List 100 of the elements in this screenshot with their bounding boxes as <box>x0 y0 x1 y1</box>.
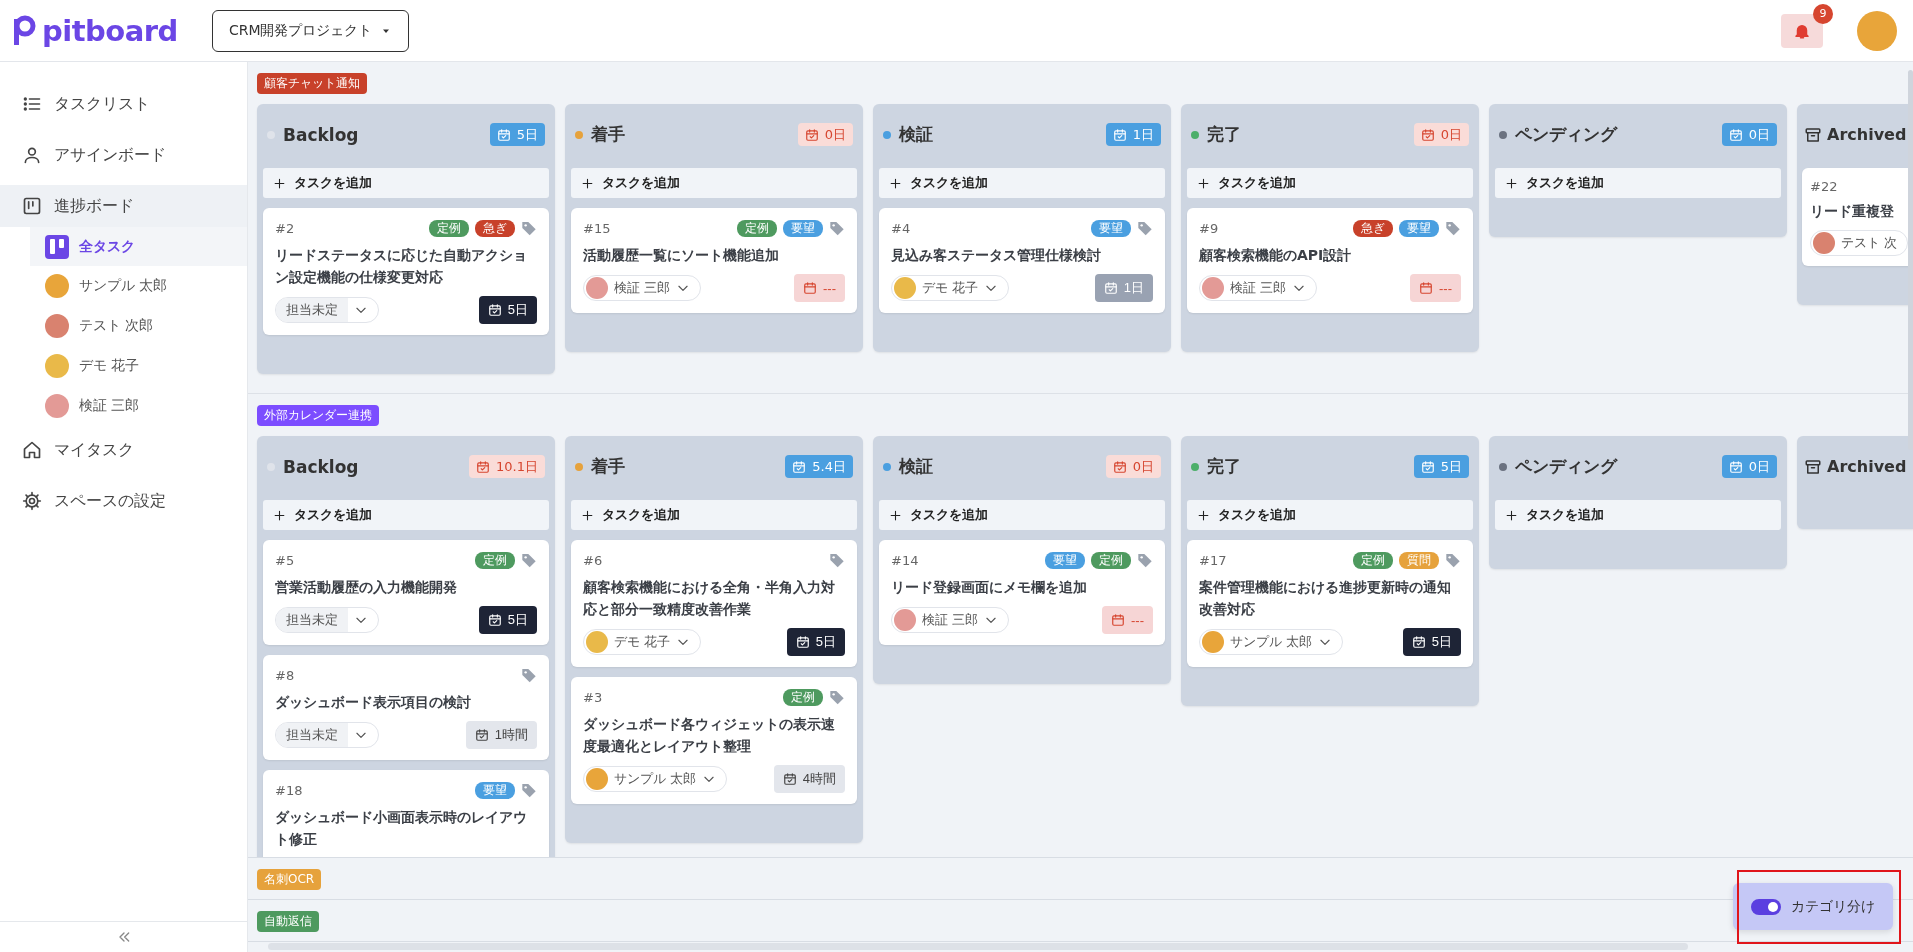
due-button[interactable]: 5日 <box>478 296 537 324</box>
plus-icon <box>1197 508 1210 522</box>
task-title: 顧客検索機能における全角・半角入力対応と部分一致精度改善作業 <box>583 578 836 619</box>
logo-text: pitboard <box>42 13 178 48</box>
tag-label: 定例 <box>1353 551 1393 569</box>
tag-label: 定例 <box>783 688 823 706</box>
calendar-check-icon <box>1112 127 1127 142</box>
add-task-button[interactable]: タスクを追加 <box>571 500 857 530</box>
due-button[interactable]: 5日 <box>478 606 537 634</box>
plus-icon <box>273 176 286 190</box>
notification-badge: 9 <box>1813 3 1833 24</box>
add-task-button[interactable]: タスクを追加 <box>263 168 549 198</box>
category-label: 名刺OCR <box>257 869 322 890</box>
tag-label: 急ぎ <box>1353 219 1393 237</box>
column-title: 着手 <box>591 123 625 146</box>
tag-icon[interactable] <box>521 667 537 683</box>
assignee-dropdown[interactable]: テスト 次 <box>1810 230 1909 256</box>
plus-icon <box>581 176 594 190</box>
calendar-icon <box>1111 613 1125 627</box>
calendar-check-icon <box>1112 459 1127 474</box>
task-title: リード登録画面にメモ欄を追加 <box>891 578 1088 597</box>
nav-item[interactable]: マイタスク <box>0 429 247 471</box>
add-task-button[interactable]: タスクを追加 <box>1187 168 1473 198</box>
calendar-check-icon <box>487 303 502 317</box>
calendar-check-icon <box>1420 459 1435 474</box>
tag-label: 要望 <box>1399 219 1439 237</box>
duration-badge: 0日 <box>797 123 853 146</box>
assignee-dropdown[interactable]: 検証 三郎 <box>583 275 702 301</box>
add-task-button[interactable]: タスクを追加 <box>1495 168 1781 198</box>
task-number: #22 <box>1810 178 1838 194</box>
add-task-button[interactable]: タスクを追加 <box>1495 500 1781 530</box>
column-title: 完了 <box>1207 123 1241 146</box>
tag-label: 要望 <box>783 219 823 237</box>
nav-item[interactable]: タスクリスト <box>0 83 247 125</box>
tag-icon[interactable] <box>521 220 537 236</box>
due-button[interactable]: 1時間 <box>465 721 537 749</box>
plus-icon <box>889 508 902 522</box>
duration-badge: 5日 <box>1413 455 1469 478</box>
assignee-dropdown[interactable]: 検証 三郎 <box>1199 275 1318 301</box>
tag-icon[interactable] <box>1137 552 1153 568</box>
task-title: ダッシュボード表示項目の検討 <box>275 693 472 712</box>
tag-icon[interactable] <box>829 220 845 236</box>
nav-subitem[interactable]: 検証 三郎 <box>30 386 247 426</box>
duration-badge: 10.1日 <box>469 455 545 478</box>
assignee-dropdown[interactable]: 担当未定 <box>275 722 379 748</box>
nav-subitem[interactable]: テスト 次郎 <box>30 306 247 346</box>
tag-icon[interactable] <box>829 552 845 568</box>
assignee-dropdown[interactable]: デモ 花子 <box>583 629 702 655</box>
plus-icon <box>273 508 286 522</box>
tag-label: 定例 <box>737 219 777 237</box>
nav-item[interactable]: 進捗ボード <box>0 185 247 227</box>
task-number: #3 <box>583 689 603 705</box>
calendar-check-icon <box>487 613 502 627</box>
category-toggle[interactable]: カテゴリ分け <box>1733 883 1893 930</box>
tag-icon[interactable] <box>1445 220 1461 236</box>
column-title: 着手 <box>591 455 625 478</box>
task-title: ダッシュボード小画面表示時のレイアウト修正 <box>275 808 528 849</box>
calendar-check-icon <box>476 459 491 474</box>
tag-icon[interactable] <box>829 689 845 705</box>
task-title: 営業活動履歴の入力機能開発 <box>275 578 458 597</box>
assignee-dropdown[interactable]: サンプル 太郎 <box>583 766 728 792</box>
due-button[interactable]: 5日 <box>1402 628 1461 656</box>
assignee-dropdown[interactable]: 担当未定 <box>275 607 379 633</box>
tag-icon[interactable] <box>521 552 537 568</box>
task-number: #18 <box>275 782 303 798</box>
nav-subitem[interactable]: サンプル 太郎 <box>30 266 247 306</box>
logo-icon <box>12 14 38 47</box>
toggle-switch[interactable] <box>1751 898 1781 915</box>
add-task-button[interactable]: タスクを追加 <box>1187 500 1473 530</box>
due-button[interactable]: 5日 <box>786 628 845 656</box>
calendar-check-icon <box>795 635 810 649</box>
user-avatar[interactable] <box>1857 10 1897 51</box>
nav-item[interactable]: スペースの設定 <box>0 480 247 522</box>
duration-badge: 0日 <box>1105 455 1161 478</box>
tag-icon[interactable] <box>521 782 537 798</box>
add-task-button[interactable]: タスクを追加 <box>879 500 1165 530</box>
calendar-check-icon <box>782 772 797 786</box>
nav-subitem[interactable]: デモ 花子 <box>30 346 247 386</box>
duration-badge: 5.4日 <box>785 455 853 478</box>
nav-item[interactable]: アサインボード <box>0 134 247 176</box>
nav-subitem[interactable]: 全タスク <box>30 227 247 266</box>
column-title: 検証 <box>899 123 933 146</box>
assignee-dropdown[interactable]: 検証 三郎 <box>891 607 1010 633</box>
project-dropdown[interactable]: CRM開発プロジェクト <box>211 9 410 52</box>
person-icon <box>22 145 42 165</box>
tag-icon[interactable] <box>1137 220 1153 236</box>
calendar-check-icon <box>1728 459 1743 474</box>
assignee-dropdown[interactable]: 担当未定 <box>275 297 379 323</box>
assignee-dropdown[interactable]: サンプル 太郎 <box>1199 629 1344 655</box>
task-title: リードステータスに応じた自動アクション設定機能の仕様変更対応 <box>275 246 528 287</box>
tag-icon[interactable] <box>1445 552 1461 568</box>
column-title: Backlog <box>283 456 359 477</box>
due-button[interactable]: 4時間 <box>773 765 845 793</box>
task-number: #6 <box>583 552 603 568</box>
add-task-button[interactable]: タスクを追加 <box>879 168 1165 198</box>
assignee-dropdown[interactable]: デモ 花子 <box>891 275 1010 301</box>
task-number: #9 <box>1199 220 1219 236</box>
task-number: #15 <box>583 220 611 236</box>
add-task-button[interactable]: タスクを追加 <box>263 500 549 530</box>
add-task-button[interactable]: タスクを追加 <box>571 168 857 198</box>
